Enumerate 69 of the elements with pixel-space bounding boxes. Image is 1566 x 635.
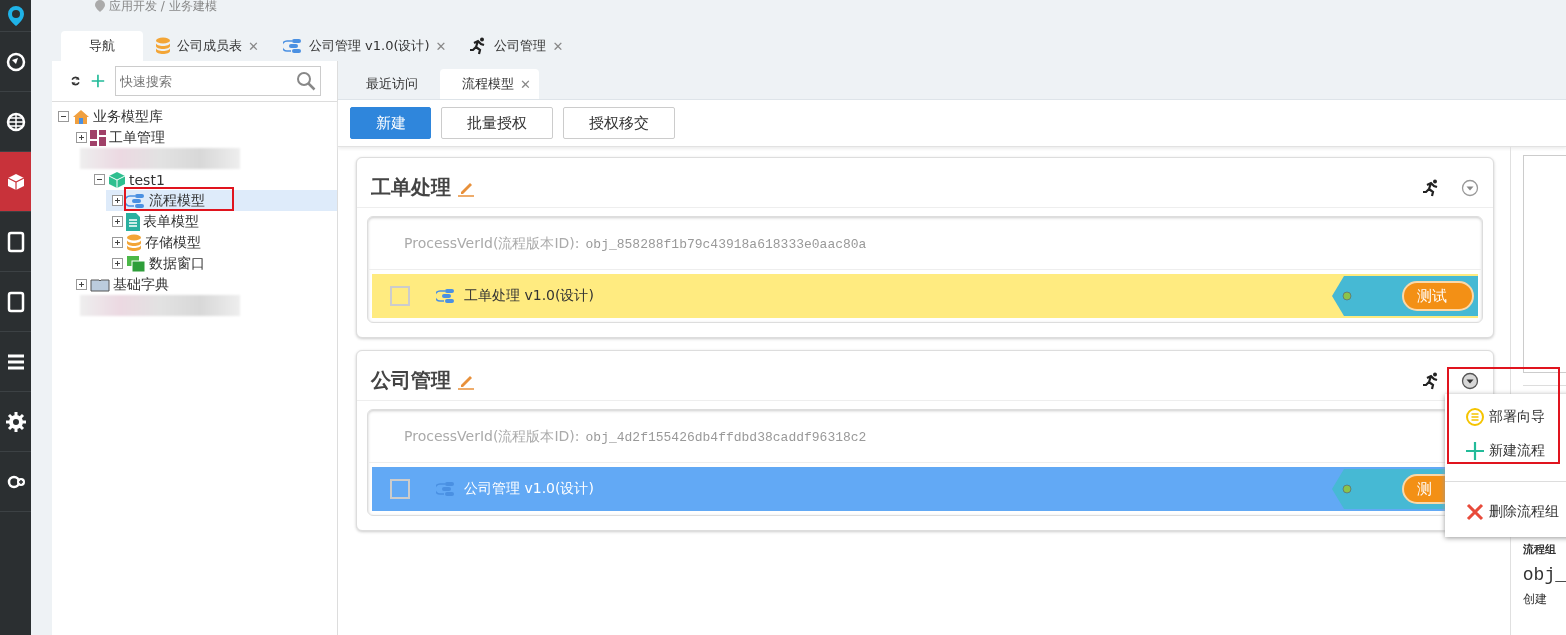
- tab[interactable]: 公司管理 v1.0(设计) ✕: [270, 31, 459, 61]
- side-value: obj_: [1522, 565, 1566, 585]
- collapse-icon[interactable]: [94, 174, 105, 185]
- checkbox[interactable]: [390, 286, 410, 306]
- tree-item[interactable]: 表单模型: [106, 211, 337, 232]
- tree-item[interactable]: 基础字典: [70, 274, 337, 295]
- expand-icon[interactable]: [112, 258, 123, 269]
- menu-item[interactable]: 新建流程: [1445, 434, 1566, 468]
- list-circle-icon: [1465, 407, 1485, 427]
- settings-icon[interactable]: [5, 411, 26, 432]
- document-icon: [126, 212, 140, 231]
- flow-icon: [436, 481, 456, 497]
- id-value: obj_858288f1b79c43918a618333e0aac80a: [585, 237, 867, 252]
- side-note: 创建: [1522, 591, 1548, 608]
- close-icon[interactable]: ✕: [520, 76, 531, 92]
- breadcrumb: 应用开发 / 业务建模: [109, 0, 217, 14]
- expand-icon[interactable]: [76, 279, 87, 290]
- tab[interactable]: 导航: [61, 31, 143, 61]
- database-icon: [155, 37, 171, 55]
- location-pin-icon[interactable]: [6, 4, 25, 27]
- id-label: ProcessVerId(流程版本ID):: [404, 235, 580, 253]
- id-label: ProcessVerId(流程版本ID):: [404, 428, 580, 446]
- search-icon[interactable]: [296, 71, 316, 91]
- checkbox[interactable]: [390, 479, 410, 499]
- tab[interactable]: 流程模型 ✕: [440, 69, 539, 99]
- flow-icon: [126, 192, 146, 209]
- toolbar-button[interactable]: 授权移交: [563, 107, 675, 139]
- side-label: 流程组: [1522, 542, 1557, 557]
- flow-icon: [436, 288, 456, 304]
- search-field[interactable]: 快速搜索: [115, 66, 321, 96]
- compass-icon[interactable]: [5, 51, 26, 72]
- tab[interactable]: 公司管理 ✕: [458, 31, 576, 61]
- cube-icon[interactable]: [5, 171, 26, 192]
- expand-icon[interactable]: [112, 195, 123, 206]
- tree-item[interactable]: 工单管理: [70, 127, 337, 148]
- tablet-icon[interactable]: [6, 290, 25, 313]
- toolbar-button[interactable]: 批量授权: [441, 107, 553, 139]
- tab[interactable]: 公司成员表 ✕: [143, 31, 271, 61]
- expand-icon[interactable]: [76, 132, 87, 143]
- expand-icon[interactable]: [112, 216, 123, 227]
- globe-icon[interactable]: [5, 111, 26, 132]
- list-icon[interactable]: [6, 353, 25, 370]
- tablet-icon[interactable]: [6, 230, 25, 253]
- process-name: 公司管理 v1.0(设计): [464, 480, 594, 498]
- tree-item[interactable]: 数据窗口: [106, 253, 337, 274]
- windows-icon: [126, 254, 146, 273]
- tree-item[interactable]: test1: [88, 169, 337, 190]
- cube-icon: [108, 170, 126, 189]
- tree-item[interactable]: 存储模型: [106, 232, 337, 253]
- plus-icon: [1465, 441, 1485, 461]
- close-icon: [1465, 502, 1485, 522]
- location-pin-icon: [95, 0, 105, 12]
- flow-icon: [282, 38, 303, 54]
- dropdown-icon[interactable]: [1460, 371, 1479, 390]
- process-name: 工单处理 v1.0(设计): [464, 287, 594, 305]
- tree-item[interactable]: 流程模型: [106, 190, 337, 211]
- collapse-icon[interactable]: [58, 111, 69, 122]
- group-title: 公司管理: [371, 367, 451, 394]
- group-title: 工单处理: [371, 174, 451, 201]
- house-icon: [72, 108, 90, 125]
- id-value: obj_4d2f155426db4ffdbd38caddf96318c2: [585, 430, 867, 445]
- menu-item[interactable]: 部署向导: [1445, 400, 1566, 434]
- tab[interactable]: 最近访问: [356, 69, 428, 99]
- expand-icon[interactable]: [112, 237, 123, 248]
- toolbar-button[interactable]: 新建: [350, 107, 431, 139]
- database-icon: [126, 233, 142, 252]
- process-row[interactable]: 工单处理 v1.0(设计) 测试: [372, 274, 1478, 318]
- grid-icon: [90, 129, 106, 146]
- tree-item[interactable]: 业务模型库: [52, 106, 337, 127]
